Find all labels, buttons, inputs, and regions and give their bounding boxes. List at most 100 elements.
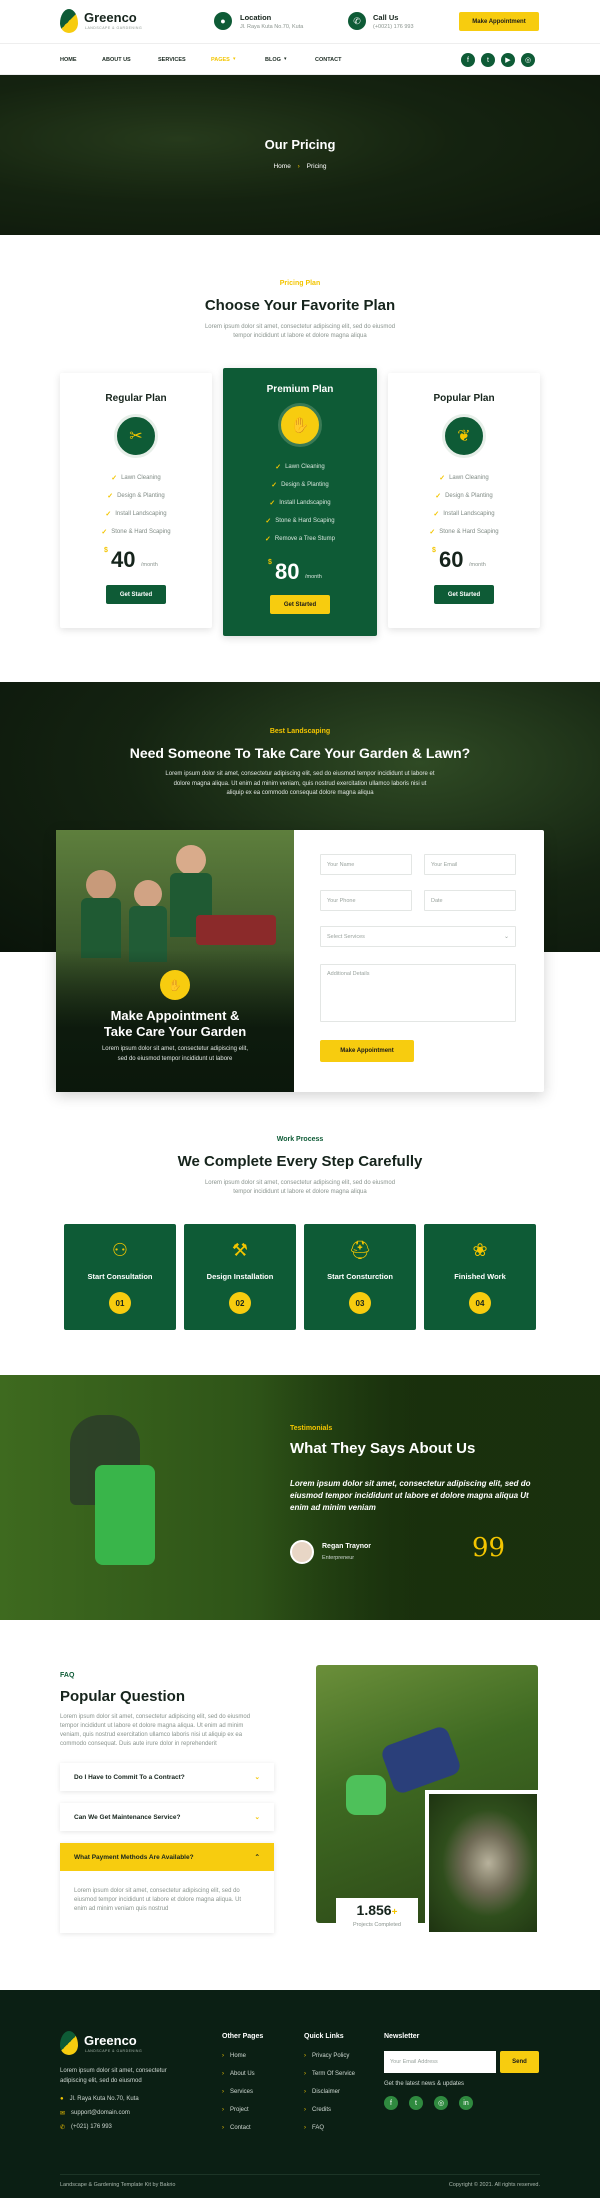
page-hero: Our Pricing Home › Pricing xyxy=(0,75,600,235)
nav-services[interactable]: SERVICES xyxy=(158,57,186,63)
call-value[interactable]: (+0021) 176 993 xyxy=(373,24,414,30)
name-field[interactable]: Your Name xyxy=(320,854,412,875)
nav-about[interactable]: ABOUT US xyxy=(102,57,131,63)
faq-open-item: What Payment Methods Are Available? ⌃ Lo… xyxy=(60,1843,274,1933)
location-pin-icon: ● xyxy=(60,2096,64,2102)
services-select[interactable]: Select Services ⌄ xyxy=(320,926,516,947)
instagram-icon[interactable]: ◎ xyxy=(521,53,535,67)
footer-copyright: Copyright © 2021. All rights reserved. xyxy=(448,2182,540,2188)
check-icon: ✓ xyxy=(107,493,114,500)
twitter-icon[interactable]: t xyxy=(481,53,495,67)
step-label: Start Consturction xyxy=(327,1272,393,1281)
email-field[interactable]: Your Email xyxy=(424,854,516,875)
check-icon: ✓ xyxy=(111,475,118,482)
faq-answer-line: Lorem ipsum dolor sit amet, consectetur … xyxy=(74,1888,240,1894)
process-step: ❀ Finished Work 04 xyxy=(424,1224,536,1330)
step-label: Start Consultation xyxy=(87,1272,153,1281)
newsletter-heading: Newsletter xyxy=(384,2033,420,2040)
footer-link[interactable]: › Home xyxy=(222,2047,255,2065)
nav-contact[interactable]: CONTACT xyxy=(315,57,341,63)
nav-pages[interactable]: PAGES xyxy=(211,57,230,63)
overlay-title-line: Take Care Your Garden xyxy=(103,1024,247,1039)
price-value: 80 xyxy=(275,559,300,584)
footer-link[interactable]: › FAQ xyxy=(304,2119,355,2137)
breadcrumb: Home › Pricing xyxy=(0,163,600,170)
hand-leaf-icon: ✋ xyxy=(160,970,190,1000)
appointment-title: Need Someone To Take Care Your Garden & … xyxy=(129,745,471,761)
newsletter-send-button[interactable]: Send xyxy=(500,2051,539,2073)
garden-path-photo xyxy=(429,1794,537,1932)
reviewer-role: Enterpreneur xyxy=(322,1555,355,1561)
faq-desc-line: commodo consequat. Duis aute irure dolor… xyxy=(60,1741,217,1747)
footer-link-label: Home xyxy=(230,2053,247,2059)
flower-cart xyxy=(196,915,276,945)
facebook-icon[interactable]: f xyxy=(461,53,475,67)
footer-link[interactable]: › Project xyxy=(222,2101,255,2119)
faq-question[interactable]: Can We Get Maintenance Service? ⌄ xyxy=(60,1803,274,1831)
plan-name: Popular Plan xyxy=(433,393,495,404)
footer-phone[interactable]: ✆ (+021) 176 993 xyxy=(60,2118,112,2136)
details-textarea[interactable]: Additional Details xyxy=(320,964,516,1022)
feature-list: ✓ Lawn Cleaning ✓ Design & Planting ✓ Insta… xyxy=(388,469,540,541)
facebook-icon[interactable]: f xyxy=(384,2096,398,2110)
garden-path-photo-frame xyxy=(425,1790,541,1936)
nav-home[interactable]: HOME xyxy=(60,57,77,63)
footer-link[interactable]: › Credits xyxy=(304,2101,355,2119)
process-title: We Complete Every Step Carefully xyxy=(177,1153,423,1170)
check-icon: ✓ xyxy=(105,511,112,518)
feature-item: ✓ Design & Planting xyxy=(60,487,212,505)
brand-logo-icon[interactable] xyxy=(60,9,78,33)
feature-item: ✓ Stone & Hard Scaping xyxy=(388,523,540,541)
footer-link[interactable]: › Term Of Service xyxy=(304,2065,355,2083)
pricing-desc-line: tempor incididunt ut labore et dolore ma… xyxy=(233,333,367,339)
appointment-desc-line: dolore magna aliqua. Ut enim ad minim ve… xyxy=(173,780,427,787)
faq-question-active[interactable]: What Payment Methods Are Available? ⌃ xyxy=(60,1843,274,1871)
appointment-desc-line: aliquip ex ea commodo consequat dolore m… xyxy=(226,790,374,796)
feature-label: Lawn Cleaning xyxy=(121,475,161,481)
quick-links-heading: Quick Links xyxy=(304,2033,344,2040)
step-number: 04 xyxy=(469,1292,491,1314)
location-value: Jl. Raya Kuta No.70, Kuta xyxy=(240,24,304,30)
footer-link[interactable]: › Services xyxy=(222,2083,255,2101)
quote-line: Lorem ipsum dolor sit amet, consectetur … xyxy=(290,1479,531,1488)
phone-field[interactable]: Your Phone xyxy=(320,890,412,911)
make-appointment-button[interactable]: Make Appointment xyxy=(459,12,539,31)
faq-question[interactable]: Do I Have to Commit To a Contract? ⌄ xyxy=(60,1763,274,1791)
instagram-icon[interactable]: ◎ xyxy=(434,2096,448,2110)
footer-link-label: Privacy Policy xyxy=(312,2053,350,2059)
footer-link[interactable]: › Contact xyxy=(222,2119,255,2137)
get-started-button[interactable]: Get Started xyxy=(106,585,166,604)
linkedin-icon[interactable]: in xyxy=(459,2096,473,2110)
faq-desc: Lorem ipsum dolor sit amet, consectetur … xyxy=(60,1713,280,1749)
breadcrumb-home[interactable]: Home xyxy=(273,163,290,170)
footer-link[interactable]: › About Us xyxy=(222,2065,255,2083)
chevron-right-icon: › xyxy=(222,2089,224,2095)
get-started-button[interactable]: Get Started xyxy=(434,585,494,604)
header-divider xyxy=(0,43,600,44)
twitter-icon[interactable]: t xyxy=(409,2096,423,2110)
newsletter-email-placeholder: Your Email Address xyxy=(390,2059,438,2065)
process-desc: Lorem ipsum dolor sit amet, consectetur … xyxy=(0,1179,600,1197)
submit-appointment-button[interactable]: Make Appointment xyxy=(320,1040,414,1062)
chevron-down-icon: ⌄ xyxy=(254,1774,260,1781)
get-started-button[interactable]: Get Started xyxy=(270,595,330,614)
youtube-icon[interactable]: ▶ xyxy=(501,53,515,67)
faq-question-label: Do I Have to Commit To a Contract? xyxy=(74,1773,185,1781)
brand-name[interactable]: Greenco xyxy=(84,10,137,25)
footer-phone-text: (+021) 176 993 xyxy=(71,2124,112,2130)
footer-logo-icon[interactable] xyxy=(60,2031,78,2055)
nav-blog[interactable]: BLOG xyxy=(265,57,281,63)
footer-link[interactable]: › Privacy Policy xyxy=(304,2047,355,2065)
appointment-card: ✋ Make Appointment & Take Care Your Gard… xyxy=(56,830,544,1092)
check-icon: ✓ xyxy=(271,482,278,489)
quote-mark-icon: 99 xyxy=(472,1533,506,1563)
feature-item: ✓ Remove a Tree Stump xyxy=(223,530,377,548)
page: Greenco LANDSCAPE & GARDENING ● Location… xyxy=(0,0,600,2198)
footer-link[interactable]: › Disclaimer xyxy=(304,2083,355,2101)
name-field-placeholder: Your Name xyxy=(327,861,355,868)
price-period: /month xyxy=(305,574,322,580)
chevron-right-icon: › xyxy=(304,2107,306,2113)
appointment-desc-line: Lorem ipsum dolor sit amet, consectetur … xyxy=(165,771,435,777)
date-field[interactable]: Date xyxy=(424,890,516,911)
newsletter-email-input[interactable]: Your Email Address xyxy=(384,2051,496,2073)
